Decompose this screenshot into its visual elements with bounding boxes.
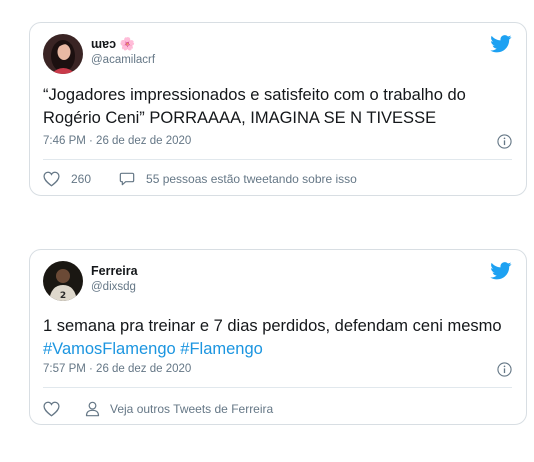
- divider: [43, 159, 512, 160]
- like-count: 260: [71, 172, 92, 186]
- view-profile-label: Veja outros Tweets de Ferreira: [110, 402, 274, 416]
- tweet-actions: Veja outros Tweets de Ferreira: [43, 399, 512, 419]
- hashtag-link[interactable]: #Flamengo: [180, 340, 263, 358]
- tweet-text: “Jogadores impressionados e satisfeito c…: [43, 86, 466, 127]
- avatar[interactable]: [43, 34, 83, 74]
- view-profile-link[interactable]: Veja outros Tweets de Ferreira: [85, 401, 273, 417]
- tweet-actions: 260 55 pessoas estão tweetando sobre iss…: [43, 169, 512, 189]
- avatar[interactable]: 2: [43, 261, 83, 301]
- hashtag-link[interactable]: #VamosFlamengo: [43, 340, 176, 358]
- tweet-timestamp[interactable]: 7:46 PM · 26 de dez de 2020: [43, 135, 191, 147]
- tweet-card[interactable]: 2 Ferreira @dixsdg 1 semana pra treinar …: [29, 249, 527, 425]
- like-button[interactable]: 260: [43, 171, 91, 187]
- avatar-photo-icon: 2: [43, 261, 83, 301]
- author-handle[interactable]: @acamilacrf: [91, 54, 155, 66]
- twitter-bird-icon[interactable]: [490, 262, 512, 280]
- reply-button[interactable]: 55 pessoas estão tweetando sobre isso: [119, 171, 357, 187]
- tweet-card[interactable]: ɯɐɔ 🌸 @acamilacrf “Jogadores impressiona…: [29, 22, 527, 196]
- person-icon: [85, 401, 100, 417]
- reply-label: 55 pessoas estão tweetando sobre isso: [146, 172, 357, 186]
- avatar-photo-icon: [43, 34, 83, 74]
- info-icon[interactable]: [497, 134, 512, 149]
- reply-bubble-icon: [119, 172, 135, 186]
- tweet-text-body: 1 semana pra treinar e 7 dias perdidos, …: [43, 317, 502, 335]
- divider: [43, 387, 512, 388]
- like-button[interactable]: [43, 401, 60, 417]
- twitter-bird-icon[interactable]: [490, 35, 512, 53]
- heart-icon: [43, 401, 60, 417]
- author-name[interactable]: Ferreira: [91, 264, 138, 278]
- author-handle[interactable]: @dixsdg: [91, 281, 136, 293]
- heart-icon: [43, 171, 60, 187]
- tweet-text: 1 semana pra treinar e 7 dias perdidos, …: [43, 315, 512, 361]
- info-icon[interactable]: [497, 362, 512, 377]
- author-name[interactable]: ɯɐɔ 🌸: [91, 37, 135, 52]
- svg-text:2: 2: [60, 291, 66, 301]
- tweet-timestamp[interactable]: 7:57 PM · 26 de dez de 2020: [43, 363, 191, 375]
